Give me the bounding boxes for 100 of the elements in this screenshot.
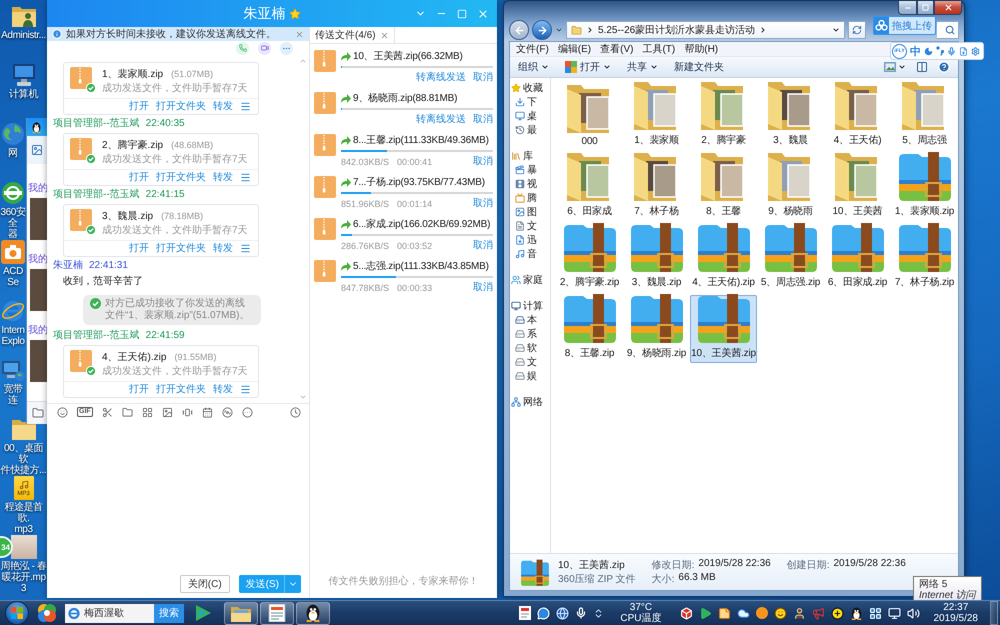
zip-file-item[interactable]: 10、王美茜.zip — [690, 295, 757, 363]
nav-item[interactable]: 软 — [510, 341, 550, 355]
folder-item[interactable]: 000 — [556, 82, 623, 150]
folder-item[interactable]: 4、王天佑) — [824, 82, 891, 150]
forward-button[interactable] — [532, 20, 552, 40]
apps-icon[interactable] — [142, 406, 153, 418]
caret-icon[interactable] — [832, 26, 840, 34]
disc-icon[interactable] — [222, 406, 233, 418]
network-icon[interactable] — [888, 606, 900, 620]
folder-item[interactable]: 7、林子杨 — [623, 153, 690, 221]
action-link[interactable]: 转发 — [213, 242, 233, 254]
action-link[interactable]: 转发 — [213, 172, 233, 184]
nav-item[interactable]: 腾 — [510, 191, 550, 205]
folder-item[interactable]: 9、杨晓雨 — [757, 153, 824, 221]
note-icon[interactable] — [718, 606, 730, 620]
taskbar-button[interactable] — [224, 602, 258, 624]
megaphone-icon[interactable] — [812, 606, 824, 620]
nav-item[interactable]: 收藏 — [510, 81, 550, 95]
grid-icon[interactable] — [868, 606, 882, 620]
picture-icon[interactable] — [31, 144, 43, 156]
action-link[interactable]: 打开 — [129, 384, 149, 396]
nav-item[interactable]: 图 — [510, 205, 550, 219]
nav-item[interactable]: 文 — [510, 355, 550, 369]
folder-item[interactable]: 1、裴家顺 — [623, 82, 690, 150]
action-link[interactable]: 取消 — [473, 72, 493, 84]
punctuation-icon[interactable] — [936, 46, 944, 56]
refresh-button[interactable] — [848, 21, 866, 39]
command-button[interactable]: 共享 — [627, 60, 658, 74]
more-icon[interactable] — [242, 406, 253, 418]
plus-icon[interactable] — [830, 606, 844, 620]
nav-item[interactable]: 家庭 — [510, 273, 550, 287]
desktop-label[interactable]: 程途是首歌. mp3 — [0, 502, 47, 535]
scissors-icon[interactable] — [102, 406, 113, 418]
smiley-icon[interactable] — [774, 606, 786, 620]
globe-icon[interactable] — [556, 606, 570, 620]
folder-item[interactable]: 6、田家成 — [556, 153, 623, 221]
desktop-label[interactable]: Intern Explo — [1, 325, 25, 347]
nav-item[interactable]: 本 — [510, 313, 550, 327]
caret-icon[interactable] — [898, 63, 906, 71]
desktop-label[interactable]: 计算机 — [9, 89, 38, 100]
zip-file-item[interactable]: 3、魏晨.zip — [623, 224, 690, 292]
action-link[interactable]: 转离线发送 — [416, 72, 466, 84]
address-bar[interactable]: 5.25--26蒙田计划沂水蒙县走访活动 — [566, 21, 845, 39]
nav-item[interactable]: 暴 — [510, 163, 550, 177]
calendar-icon[interactable] — [202, 406, 213, 418]
zip-file-item[interactable]: 9、杨晓雨.zip — [623, 295, 690, 363]
chat-bubble-icon[interactable] — [537, 606, 550, 620]
emoji-icon[interactable] — [57, 406, 68, 418]
menu-icon[interactable] — [240, 384, 251, 395]
cloud-icon[interactable] — [736, 606, 750, 620]
desktop-label[interactable]: 网 — [8, 148, 18, 159]
action-link[interactable]: 打开 — [129, 242, 149, 254]
action-link[interactable]: 打开文件夹 — [156, 100, 206, 112]
desktop-label[interactable]: 00、桌面软 件快捷方... — [0, 443, 47, 476]
action-link[interactable]: 转发 — [213, 100, 233, 112]
taskbar-button[interactable] — [296, 602, 330, 624]
file-download-icon[interactable] — [959, 46, 968, 56]
zip-file-item[interactable]: 6、田家成.zip — [824, 224, 891, 292]
desktop-label[interactable]: 宽带连 — [0, 384, 26, 406]
zip-file-item[interactable]: 7、林子杨.zip — [891, 224, 958, 292]
nav-item[interactable]: 桌 — [510, 109, 550, 123]
breadcrumb-item[interactable]: 5.25--26蒙田计划沂水蒙县走访活动 — [598, 23, 756, 37]
action-link[interactable]: 取消 — [473, 156, 493, 168]
minimize-button[interactable] — [898, 1, 917, 15]
play-icon[interactable] — [194, 604, 212, 622]
nav-item[interactable]: 下 — [510, 95, 550, 109]
microphone-icon[interactable] — [575, 607, 588, 619]
nav-item[interactable]: 视 — [510, 177, 550, 191]
close-icon[interactable] — [295, 30, 304, 38]
circles-icon[interactable] — [37, 603, 57, 623]
action-link[interactable]: 打开文件夹 — [156, 384, 206, 396]
vibrate-icon[interactable] — [182, 406, 193, 418]
nav-item[interactable]: 娱 — [510, 369, 550, 383]
input-mode-button[interactable]: 中 — [910, 44, 921, 58]
dot-icon[interactable] — [756, 607, 768, 619]
menu-item[interactable]: 编辑(E) — [558, 42, 592, 56]
zip-file-item[interactable]: 5、周志强.zip — [757, 224, 824, 292]
zip-file-item[interactable]: 2、腾宇豪.zip — [556, 224, 623, 292]
menu-item[interactable]: 查看(V) — [600, 42, 634, 56]
nav-item[interactable]: 文 — [510, 219, 550, 233]
volume-icon[interactable] — [906, 606, 920, 620]
close-icon[interactable] — [380, 30, 389, 40]
person-icon[interactable] — [792, 606, 806, 620]
taskbar-button[interactable] — [260, 602, 294, 624]
action-link[interactable]: 打开文件夹 — [156, 242, 206, 254]
folder-item[interactable]: 3、魏晨 — [757, 82, 824, 150]
action-link[interactable]: 打开文件夹 — [156, 172, 206, 184]
folder-icon[interactable] — [32, 407, 44, 419]
action-link[interactable]: 取消 — [473, 114, 493, 126]
action-link[interactable]: 转离线发送 — [416, 114, 466, 126]
image-icon[interactable] — [162, 406, 173, 418]
zip-file-item[interactable]: 8、王馨.zip — [556, 295, 623, 363]
nav-item[interactable]: 迅 — [510, 233, 550, 247]
pane-icon[interactable] — [916, 61, 928, 73]
folder-item[interactable]: 10、王美茜 — [824, 153, 891, 221]
folder-item[interactable]: 8、王馨 — [690, 153, 757, 221]
menu-icon[interactable] — [240, 243, 251, 254]
settings-icon[interactable] — [971, 46, 980, 56]
desktop-label[interactable]: 360安全 器 — [0, 207, 26, 240]
search-field[interactable] — [937, 21, 959, 39]
